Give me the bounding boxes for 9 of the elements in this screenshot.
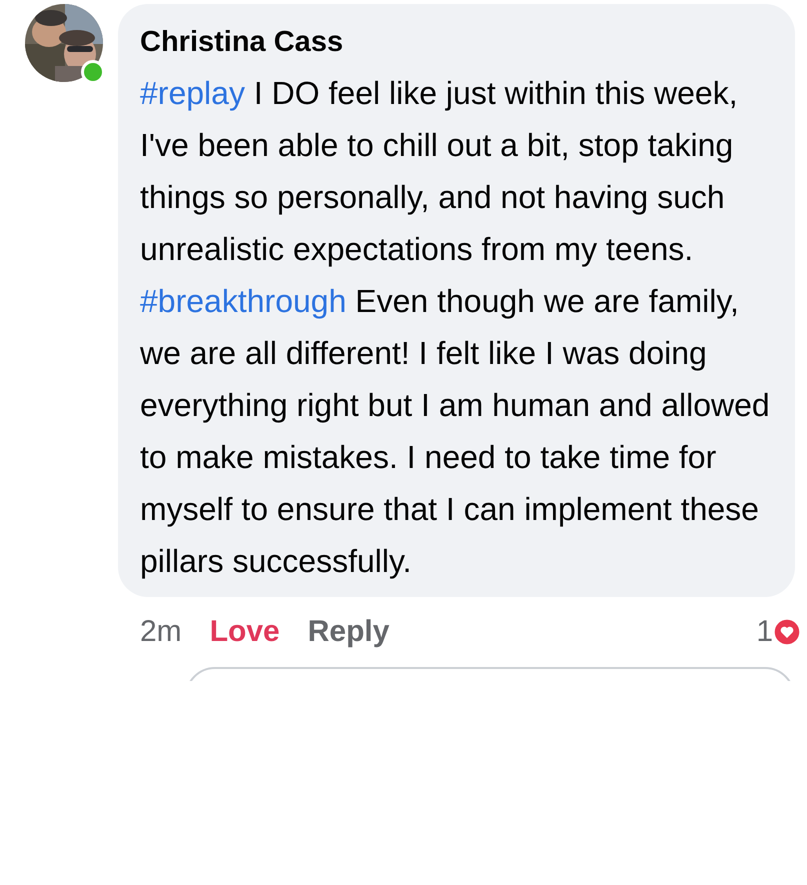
reply-button[interactable]: Reply — [308, 615, 390, 649]
comment-text: #breakthrough Even though we are family, we are all different! I felt like I was doing everything right but I am human and allowed to make mistakes. I need to take time for myself to ensure that I can implement these pillars successfully. — [140, 282, 771, 581]
hashtag-link[interactable]: #replay — [140, 75, 245, 111]
hashtag-link[interactable]: #breakthrough — [140, 283, 346, 319]
comment-text: #replay I DO feel like just within this week, I've been able to chill out a bit, stop taking things so personally, and not having such unrealistic expectations from my teens. — [140, 74, 739, 269]
love-reaction-button[interactable]: Love — [210, 615, 280, 649]
reaction-count: 1 — [756, 615, 773, 649]
author-name[interactable]: Christina Cass — [140, 24, 344, 60]
timestamp: 2m — [140, 615, 182, 649]
